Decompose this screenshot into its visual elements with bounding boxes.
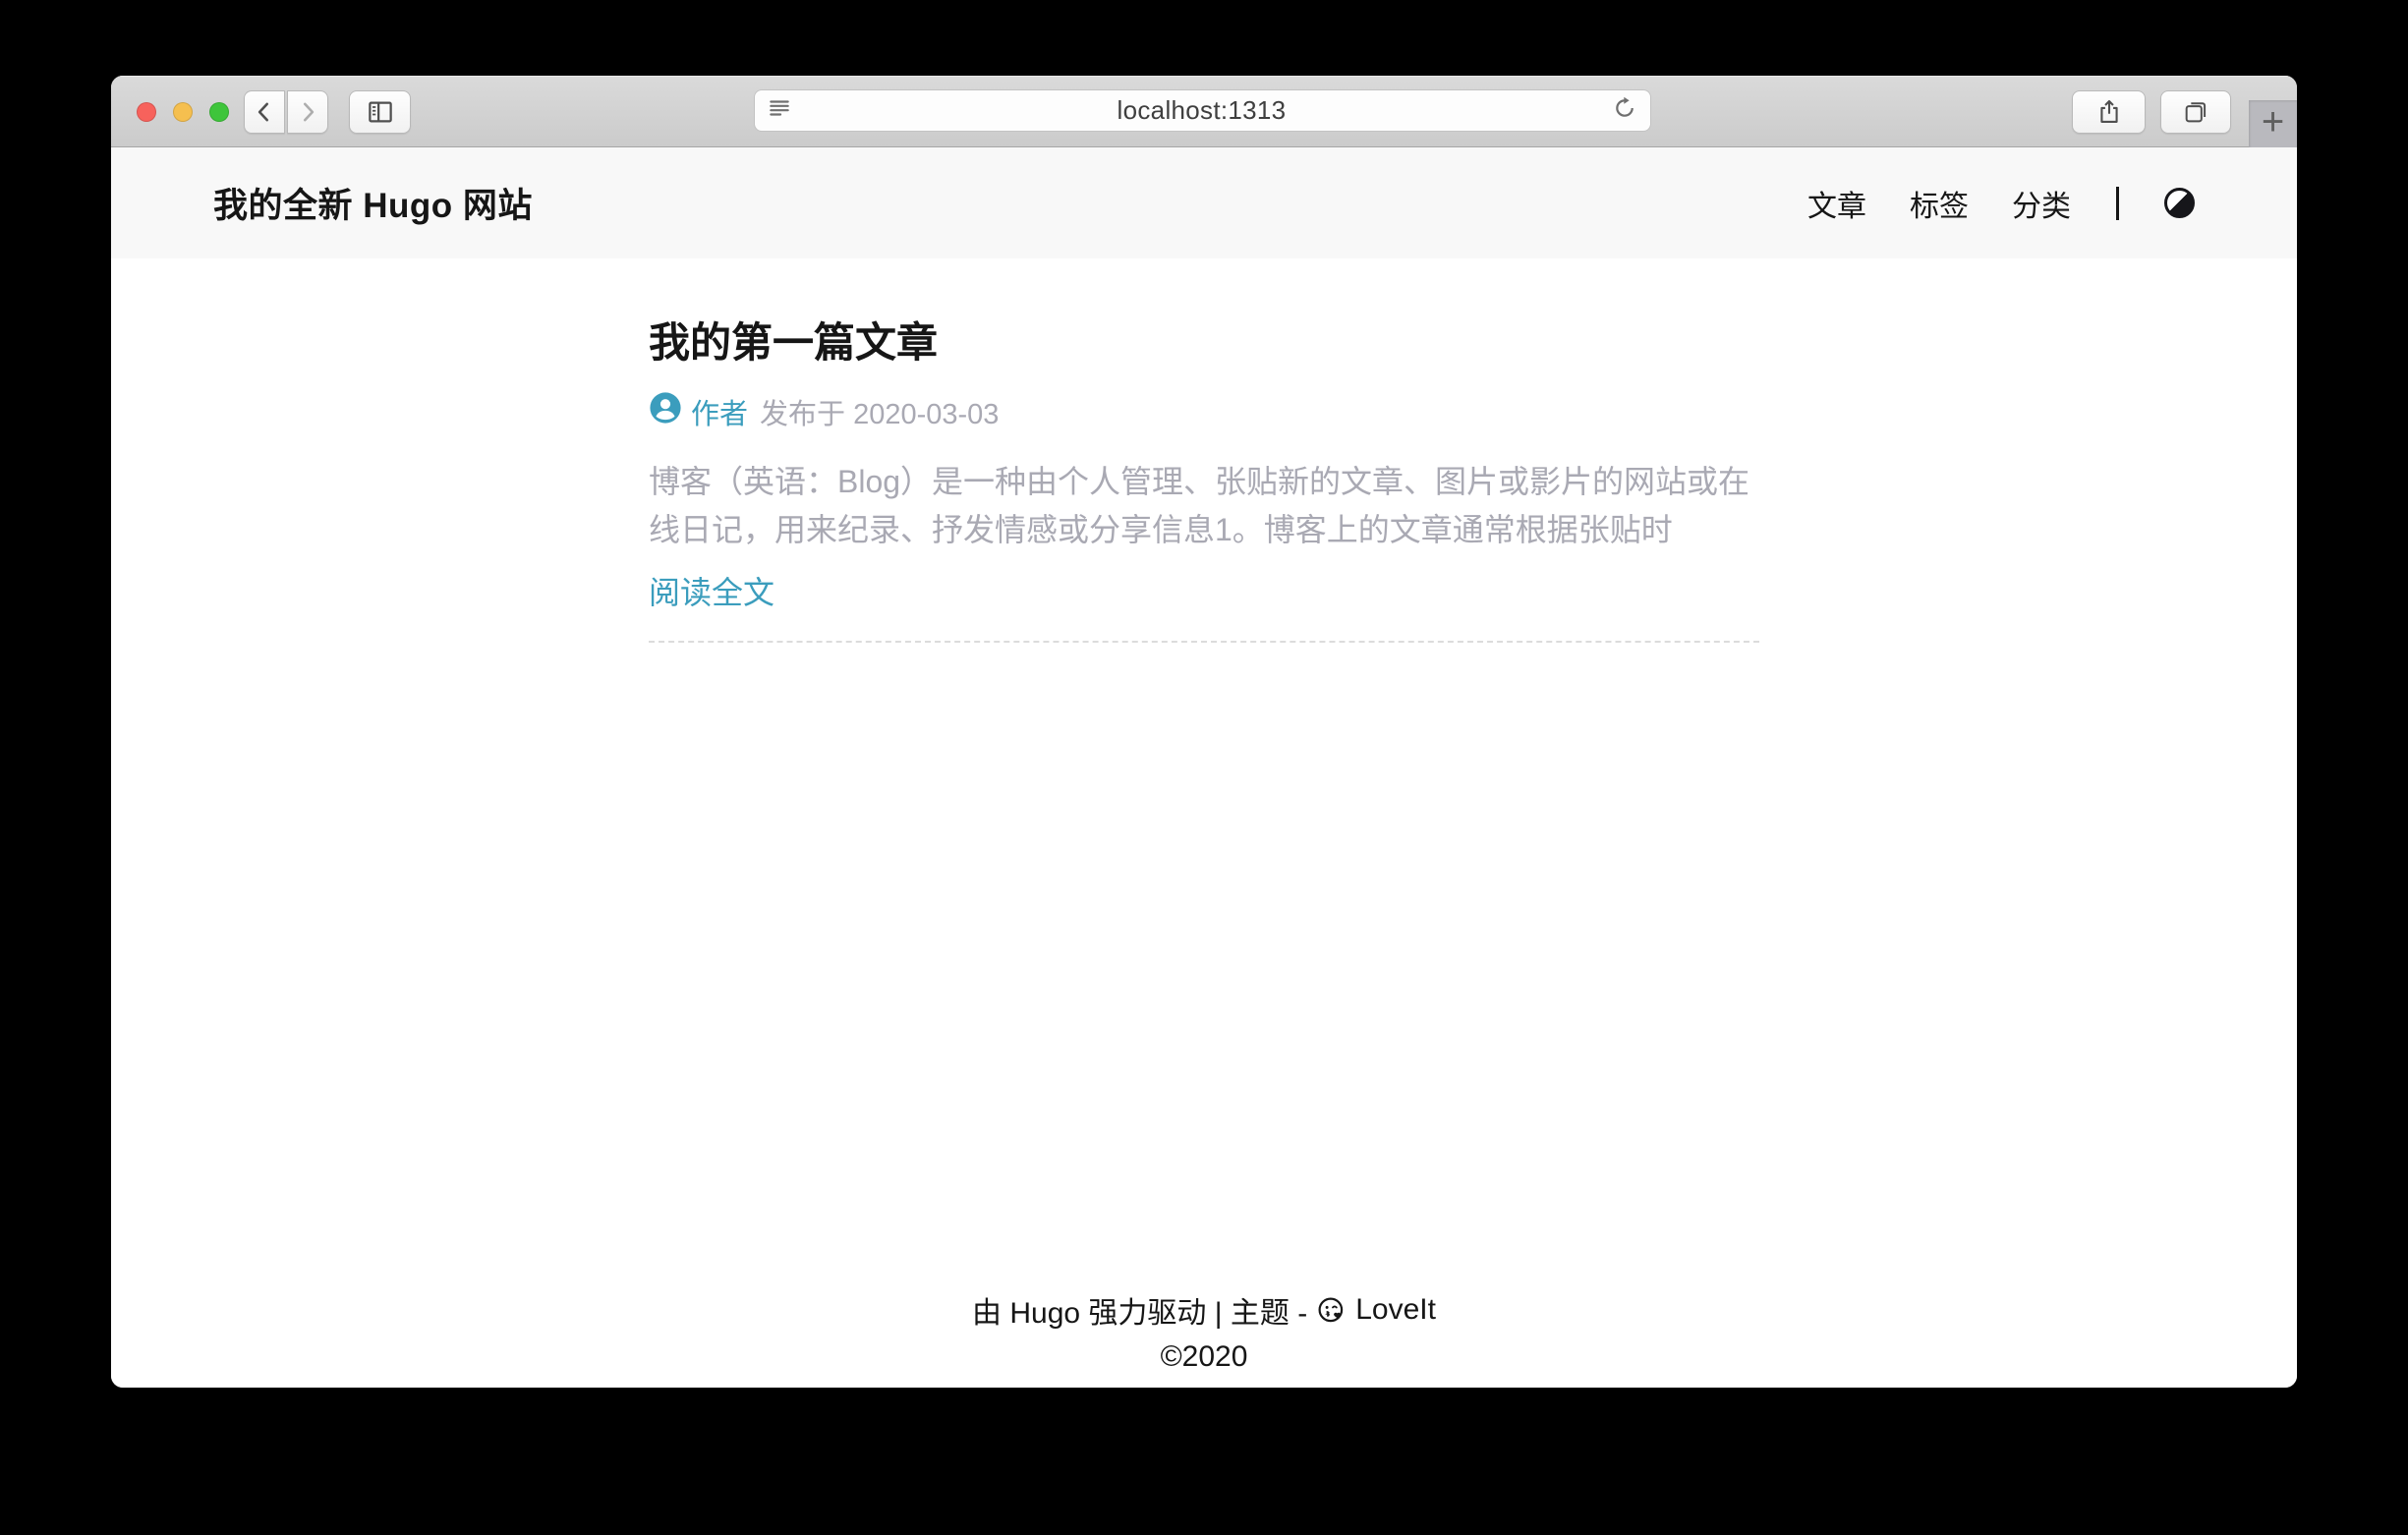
- footer-copyright: ©2020: [111, 1340, 2297, 1374]
- theme-toggle-icon[interactable]: [2164, 188, 2195, 218]
- read-more-link[interactable]: 阅读全文: [649, 568, 774, 613]
- chevron-right-icon: [295, 99, 320, 125]
- post-published-date: 发布于 2020-03-03: [760, 391, 999, 432]
- user-circle-icon: [649, 391, 682, 432]
- reload-icon[interactable]: [1611, 94, 1638, 127]
- post-summary-text: 博客（英语：Blog）是一种由个人管理、张贴新的文章、图片或影片的网站或在线日记…: [649, 458, 1759, 554]
- maximize-button[interactable]: [209, 102, 229, 122]
- plus-icon: +: [2262, 102, 2284, 142]
- browser-window: localhost:1313: [111, 76, 2297, 1388]
- site-title[interactable]: 我的全新 Hugo 网站: [213, 178, 533, 228]
- forward-button[interactable]: [287, 90, 328, 134]
- reader-view-icon[interactable]: [767, 95, 792, 126]
- back-button[interactable]: [244, 90, 285, 134]
- post-title[interactable]: 我的第一篇文章: [649, 310, 1759, 370]
- post-author-link[interactable]: 作者: [691, 391, 748, 432]
- page-content: 我的第一篇文章 作者 发布于 2020-03-03 博客（英语：Blog）是一种…: [111, 258, 2297, 1388]
- address-bar[interactable]: localhost:1313: [754, 89, 1651, 132]
- main-nav: 文章 标签 分类: [1807, 182, 2195, 225]
- nav-item-tags[interactable]: 标签: [1910, 182, 1969, 225]
- post-summary-card: 我的第一篇文章 作者 发布于 2020-03-03 博客（英语：Blog）是一种…: [649, 310, 1759, 643]
- sidebar-icon: [366, 97, 395, 127]
- nav-item-posts[interactable]: 文章: [1807, 182, 1866, 225]
- url-text[interactable]: localhost:1313: [792, 95, 1611, 126]
- page-footer: 由 Hugo 强力驱动 | 主题 - LoveIt ©2020: [111, 1288, 2297, 1388]
- nav-item-categories[interactable]: 分类: [2012, 182, 2071, 225]
- tabs-icon: [2182, 98, 2209, 126]
- site-header: 我的全新 Hugo 网站 文章 标签 分类: [111, 147, 2297, 258]
- footer-powered-text: 由 Hugo 强力驱动 | 主题 -: [972, 1288, 1307, 1332]
- show-all-tabs-button[interactable]: [2160, 90, 2231, 134]
- share-button[interactable]: [2072, 90, 2146, 134]
- traffic-lights: [137, 102, 229, 122]
- footer-theme-link[interactable]: LoveIt: [1355, 1293, 1436, 1327]
- kiss-wink-heart-icon: [1316, 1295, 1347, 1326]
- chevron-left-icon: [252, 99, 277, 125]
- post-meta: 作者 发布于 2020-03-03: [649, 391, 1759, 432]
- new-tab-button[interactable]: +: [2249, 100, 2297, 147]
- minimize-button[interactable]: [173, 102, 193, 122]
- nav-divider: [2116, 187, 2119, 220]
- close-button[interactable]: [137, 102, 156, 122]
- footer-powered-line: 由 Hugo 强力驱动 | 主题 - LoveIt: [111, 1288, 2297, 1332]
- post-divider: [649, 641, 1759, 643]
- share-icon: [2095, 98, 2123, 126]
- sidebar-toggle-button[interactable]: [349, 90, 411, 134]
- browser-toolbar: localhost:1313: [111, 76, 2297, 147]
